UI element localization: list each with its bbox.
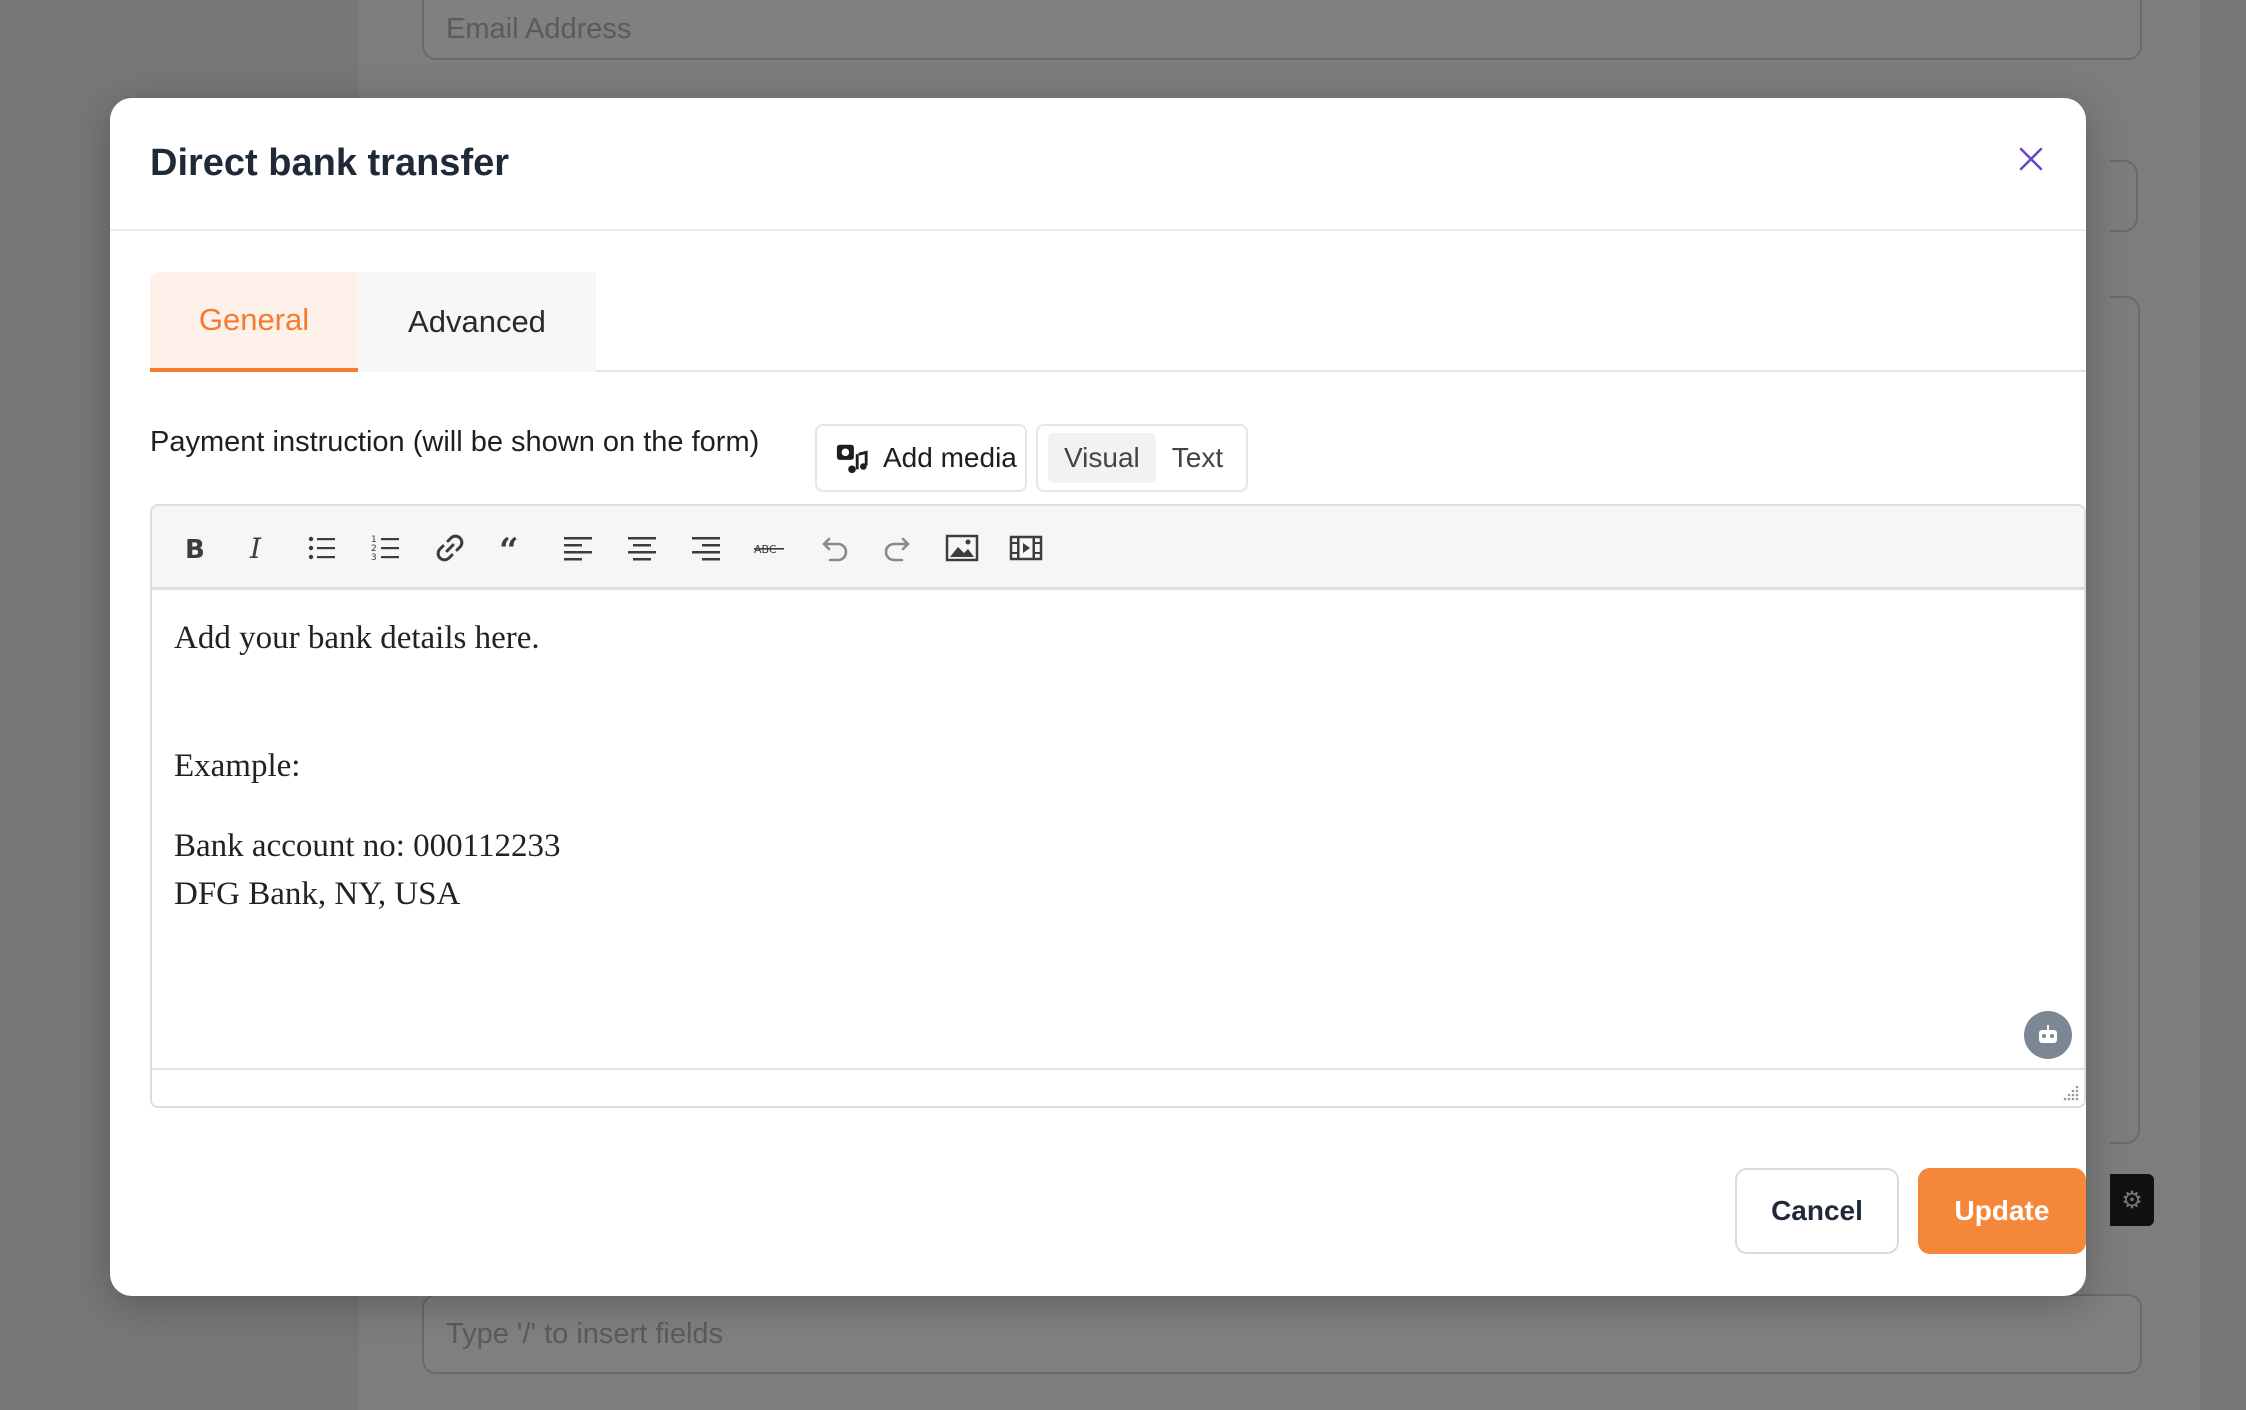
link-icon: [436, 534, 464, 562]
video-icon: [1009, 535, 1043, 561]
payment-settings-modal: Direct bank transfer General Advanced Pa…: [110, 98, 2086, 1296]
background-panel-edge: [2110, 296, 2140, 1144]
background-email-field: Email Address: [422, 0, 2142, 60]
align-center-icon: [628, 537, 656, 561]
editor-status-bar: [152, 1068, 2084, 1106]
close-button[interactable]: [2016, 144, 2046, 174]
background-dark-button: ⚙: [2110, 1174, 2154, 1226]
svg-text:B: B: [185, 535, 205, 565]
bold-button[interactable]: B: [172, 526, 216, 570]
update-button[interactable]: Update: [1918, 1168, 2086, 1254]
resize-handle-icon[interactable]: [2060, 1082, 2080, 1102]
align-right-button[interactable]: [684, 526, 728, 570]
blockquote-icon: “: [499, 531, 519, 566]
modal-title: Direct bank transfer: [150, 142, 510, 184]
ai-assistant-button[interactable]: [2024, 1011, 2072, 1059]
undo-button[interactable]: [812, 526, 856, 570]
modal-header: Direct bank transfer: [110, 98, 2086, 231]
align-left-button[interactable]: [556, 526, 600, 570]
tab-bar: General Advanced: [150, 272, 2086, 372]
tabs: General Advanced: [150, 272, 2086, 372]
svg-text:I: I: [249, 532, 262, 565]
align-center-button[interactable]: [620, 526, 664, 570]
numbered-list-icon: 123: [371, 535, 399, 563]
bold-icon: B: [185, 535, 205, 565]
image-icon: [945, 534, 979, 562]
payment-instruction-label: Payment instruction (will be shown on th…: [150, 426, 760, 458]
background-insert-fields: Type '/' to insert fields: [422, 1294, 2142, 1374]
background-right-strip: [2200, 0, 2246, 1410]
align-left-icon: [564, 537, 592, 561]
content-line: Bank account no: 000112233: [174, 828, 561, 864]
align-right-icon: [692, 537, 720, 561]
editor-mode-switch: Visual Text: [1036, 424, 1248, 492]
cancel-button[interactable]: Cancel: [1735, 1168, 1899, 1254]
tab-advanced[interactable]: Advanced: [358, 272, 596, 372]
undo-icon: [822, 537, 848, 562]
content-line: Example:: [174, 748, 301, 784]
robot-icon: [2039, 1025, 2057, 1043]
redo-icon: [884, 537, 910, 562]
insert-image-button[interactable]: [940, 526, 984, 570]
content-line: Add your bank details here.: [174, 620, 540, 656]
add-media-button[interactable]: Add media: [815, 424, 1027, 492]
editor-content[interactable]: Add your bank details here. Example: Ban…: [152, 590, 2084, 1072]
blockquote-button[interactable]: “: [492, 526, 536, 570]
svg-text:“: “: [499, 531, 519, 566]
visual-mode-tab[interactable]: Visual: [1048, 433, 1156, 483]
strikethrough-icon: ABC: [754, 543, 784, 556]
add-media-icon: [836, 444, 868, 474]
numbered-list-button[interactable]: 123: [364, 526, 408, 570]
italic-icon: I: [249, 532, 262, 565]
editor-toolbar: B I 123 “ ABC: [152, 506, 2084, 590]
rich-text-editor: B I 123 “ ABC Add your bank details here…: [150, 504, 2086, 1108]
strikethrough-button[interactable]: ABC: [748, 526, 792, 570]
close-icon: [2019, 147, 2043, 171]
bullet-list-icon: [308, 536, 335, 560]
link-button[interactable]: [428, 526, 472, 570]
bullet-list-button[interactable]: [300, 526, 344, 570]
text-mode-tab[interactable]: Text: [1156, 433, 1239, 483]
redo-button[interactable]: [876, 526, 920, 570]
italic-button[interactable]: I: [236, 526, 280, 570]
add-media-label: Add media: [883, 442, 1017, 473]
insert-video-button[interactable]: [1004, 526, 1048, 570]
background-field-edge: [2110, 160, 2138, 232]
content-line: DFG Bank, NY, USA: [174, 876, 461, 912]
svg-text:3: 3: [371, 553, 377, 563]
tab-general[interactable]: General: [150, 272, 358, 372]
